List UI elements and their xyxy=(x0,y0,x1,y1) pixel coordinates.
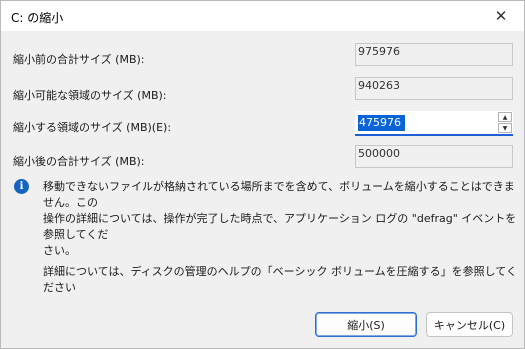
total-after-value: 500000 xyxy=(358,147,400,160)
close-icon: ✕ xyxy=(494,7,508,25)
available-value: 940263 xyxy=(358,79,400,92)
shrink-dialog: C: の縮小 ✕ 縮小前の合計サイズ (MB): 975976 縮小可能な領域の… xyxy=(0,0,525,349)
shrink-amount-input[interactable]: 475976 xyxy=(358,115,405,131)
total-before-field: 975976 xyxy=(355,43,513,66)
total-after-field: 500000 xyxy=(355,145,513,168)
help-text: 詳細については、ディスクの管理のヘルプの「ベーシック ボリュームを圧縮する」を参… xyxy=(43,265,517,294)
info-icon: i xyxy=(14,179,29,194)
chevron-up-icon: ▲ xyxy=(502,113,508,121)
close-button[interactable]: ✕ xyxy=(478,1,524,31)
cancel-button[interactable]: キャンセル(C) xyxy=(426,312,513,337)
chevron-down-icon: ▼ xyxy=(502,124,508,132)
shrink-amount-spinbox[interactable]: 475976 ▲ ▼ xyxy=(355,111,513,136)
title-bar: C: の縮小 ✕ xyxy=(1,1,524,31)
available-label: 縮小可能な領域のサイズ (MB): xyxy=(13,89,167,102)
info-line: 移動できないファイルが格納されている場所までを含めて、ボリュームを縮小することは… xyxy=(43,180,515,209)
window-title: C: の縮小 xyxy=(11,11,64,25)
total-before-value: 975976 xyxy=(358,45,400,58)
spin-up-button[interactable]: ▲ xyxy=(498,112,512,122)
shrink-amount-label: 縮小する領域のサイズ (MB)(E): xyxy=(13,121,172,134)
info-line: さい。 xyxy=(43,244,76,257)
available-field: 940263 xyxy=(355,77,513,100)
total-after-label: 縮小後の合計サイズ (MB): xyxy=(13,155,145,168)
info-line: 操作の詳細については、操作が完了した時点で、アプリケーション ログの "defr… xyxy=(43,212,517,241)
info-message: 移動できないファイルが格納されている場所までを含めて、ボリュームを縮小することは… xyxy=(43,179,518,259)
spin-down-button[interactable]: ▼ xyxy=(498,123,512,133)
total-before-label: 縮小前の合計サイズ (MB): xyxy=(13,53,145,66)
shrink-button[interactable]: 縮小(S) xyxy=(315,312,417,337)
